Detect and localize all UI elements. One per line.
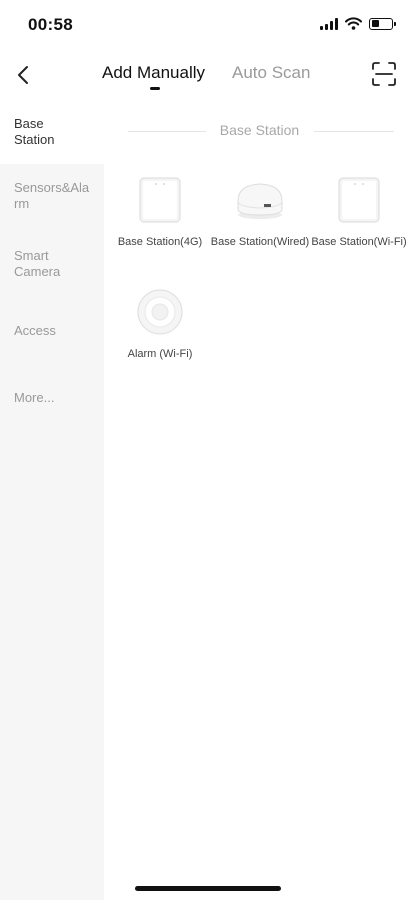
sidebar-item-access[interactable]: Access bbox=[0, 323, 104, 339]
section-title: Base Station bbox=[219, 122, 300, 138]
scan-icon[interactable] bbox=[371, 61, 397, 87]
device-name: Base Station(Wi-Fi) bbox=[311, 236, 407, 248]
sidebar-item-label: Smart Camera bbox=[14, 248, 61, 279]
active-tab-indicator bbox=[150, 87, 160, 90]
base-station-wifi-icon bbox=[338, 177, 380, 223]
wifi-icon bbox=[345, 17, 362, 30]
section-header: Base Station bbox=[104, 104, 415, 156]
nav-bar: Add Manually Auto Scan bbox=[0, 52, 415, 100]
category-sidebar: Base Station Sensors&Alarm Smart Camera … bbox=[0, 104, 104, 900]
divider-line bbox=[314, 131, 394, 132]
device-base-station-wired[interactable]: Base Station(Wired) bbox=[210, 170, 310, 250]
sidebar-item-label: Access bbox=[14, 323, 56, 338]
device-base-station-wifi[interactable]: Base Station(Wi-Fi) bbox=[309, 170, 409, 250]
battery-icon bbox=[369, 17, 396, 30]
alarm-wifi-icon bbox=[137, 289, 183, 335]
base-station-4g-icon bbox=[139, 177, 181, 223]
tab-add-manually[interactable]: Add Manually bbox=[102, 63, 205, 83]
status-bar: 00:58 bbox=[0, 0, 415, 50]
device-name: Base Station(Wired) bbox=[210, 236, 310, 248]
sidebar-item-label: Base Station bbox=[14, 116, 55, 147]
status-time: 00:58 bbox=[28, 15, 73, 34]
device-base-station-4g[interactable]: Base Station(4G) bbox=[110, 170, 210, 250]
status-icons bbox=[320, 17, 396, 30]
battery-level bbox=[371, 20, 380, 27]
device-alarm-wifi[interactable]: Alarm (Wi-Fi) bbox=[110, 282, 210, 362]
sidebar-item-sensors-alarm[interactable]: Sensors&Alarm bbox=[0, 180, 104, 212]
sidebar-item-label: Sensors&Alarm bbox=[14, 180, 90, 211]
device-name: Base Station(4G) bbox=[117, 236, 203, 248]
sidebar-item-more[interactable]: More... bbox=[0, 390, 104, 406]
chevron-left-icon bbox=[18, 66, 28, 84]
device-name: Alarm (Wi-Fi) bbox=[127, 348, 193, 360]
base-station-wired-icon bbox=[237, 183, 283, 219]
cellular-signal-icon bbox=[320, 17, 338, 30]
back-button[interactable] bbox=[10, 60, 36, 90]
sidebar-item-base-station[interactable]: Base Station bbox=[0, 104, 104, 164]
sidebar-item-label: More... bbox=[14, 390, 55, 405]
sidebar-item-smart-camera[interactable]: Smart Camera bbox=[0, 248, 104, 280]
home-indicator[interactable] bbox=[135, 886, 281, 891]
tab-auto-scan[interactable]: Auto Scan bbox=[232, 63, 310, 83]
